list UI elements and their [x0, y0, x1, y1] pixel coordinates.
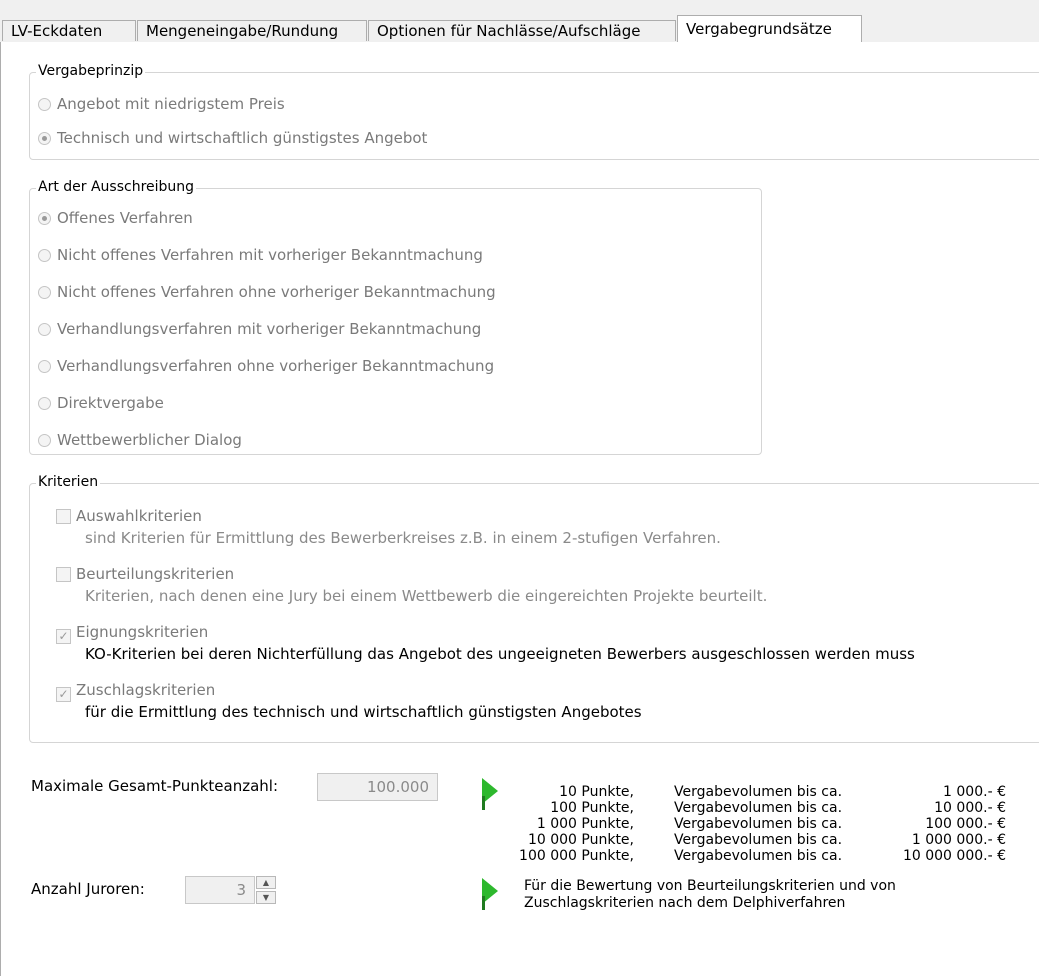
tab-panel: Vergabeprinzip Angebot mit niedrigstem P…	[0, 42, 1039, 976]
table-row: 1 000 Punkte, Vergabevolumen bis ca. 100 0…	[516, 816, 1006, 832]
points-cell: 10 000 Punkte,	[527, 832, 634, 848]
input-max-punkte[interactable]: 100.000	[317, 773, 438, 801]
radio-icon[interactable]	[38, 397, 51, 410]
table-row: 100 000 Punkte, Vergabevolumen bis ca. 10 …	[516, 848, 1006, 864]
radio-label: Nicht offenes Verfahren mit vorheriger B…	[57, 246, 483, 264]
radio-direktvergabe[interactable]: Direktvergabe	[38, 392, 164, 414]
checkmark-icon[interactable]: ✓	[56, 687, 71, 702]
amount-cell: 10 000.- €	[934, 800, 1006, 816]
text-cell: Vergabevolumen bis ca.	[674, 848, 843, 864]
radio-label: Nicht offenes Verfahren ohne vorheriger …	[57, 283, 496, 301]
table-row: 100 Punkte, Vergabevolumen bis ca. 10 000.…	[516, 800, 1006, 816]
tab-mengeneingabe[interactable]: Mengeneingabe/Rundung	[137, 20, 367, 41]
radio-label: Direktvergabe	[57, 394, 164, 412]
radio-label: Technisch und wirtschaftlich günstigstes…	[57, 129, 428, 147]
radio-icon[interactable]	[38, 98, 51, 111]
note-line: Für die Bewertung von Beurteilungskriter…	[524, 878, 896, 894]
checkbox-icon[interactable]	[56, 567, 71, 582]
input-anzahl-juroren[interactable]: 3	[185, 876, 255, 904]
group-title: Art der Ausschreibung	[36, 179, 197, 195]
radio-niedrigster-preis[interactable]: Angebot mit niedrigstem Preis	[38, 93, 285, 115]
desc-beurteilungskriterien: Kriterien, nach denen eine Jury bei eine…	[85, 587, 768, 605]
radio-label: Verhandlungsverfahren ohne vorheriger Be…	[57, 357, 495, 375]
radio-icon[interactable]	[38, 249, 51, 262]
radio-verhandlung-mit[interactable]: Verhandlungsverfahren mit vorheriger Bek…	[38, 318, 481, 340]
checkbox-label: Auswahlkriterien	[76, 507, 202, 525]
radio-icon[interactable]	[38, 323, 51, 336]
spin-down-icon[interactable]: ▼	[256, 891, 276, 904]
note-line: Zuschlagskriterien nach dem Delphiverfah…	[524, 895, 846, 911]
check-beurteilungskriterien[interactable]: Beurteilungskriterien	[56, 563, 234, 585]
radio-icon[interactable]	[38, 286, 51, 299]
table-row: 10 Punkte, Vergabevolumen bis ca. 1 000.- …	[516, 784, 1006, 800]
group-title: Kriterien	[36, 474, 101, 490]
check-auswahlkriterien[interactable]: Auswahlkriterien	[56, 505, 202, 527]
radio-icon[interactable]	[38, 212, 51, 225]
radio-label: Offenes Verfahren	[57, 209, 193, 227]
spin-up-icon[interactable]: ▲	[256, 876, 276, 889]
tab-bar: LV-Eckdaten Mengeneingabe/Rundung Option…	[0, 0, 1039, 43]
radio-verhandlung-ohne[interactable]: Verhandlungsverfahren ohne vorheriger Be…	[38, 355, 494, 377]
tab-optionen[interactable]: Optionen für Nachlässe/Aufschläge	[368, 20, 676, 41]
amount-cell: 1 000 000.- €	[911, 832, 1006, 848]
checkbox-icon[interactable]	[56, 509, 71, 524]
checkbox-label: Zuschlagskriterien	[76, 681, 216, 699]
checkbox-label: Beurteilungskriterien	[76, 565, 235, 583]
checkmark-icon[interactable]: ✓	[56, 629, 71, 644]
tab-vergabegrundsaetze[interactable]: Vergabegrundsätze	[677, 15, 862, 43]
label-anzahl-juroren: Anzahl Juroren:	[31, 880, 145, 898]
table-row: 10 000 Punkte, Vergabevolumen bis ca. 1 00…	[516, 832, 1006, 848]
group-art-der-ausschreibung: Art der Ausschreibung Offenes Verfahren …	[29, 179, 762, 455]
radio-icon[interactable]	[38, 360, 51, 373]
radio-icon[interactable]	[38, 434, 51, 447]
text-cell: Vergabevolumen bis ca.	[674, 800, 843, 816]
points-cell: 10 Punkte,	[559, 784, 634, 800]
green-play-arrow-icon	[482, 778, 498, 810]
desc-auswahlkriterien: sind Kriterien für Ermittlung des Bewerb…	[85, 529, 721, 547]
juroren-note: Für die Bewertung von Beurteilungskriter…	[524, 878, 896, 912]
points-cell: 100 Punkte,	[550, 800, 634, 816]
spin-up-down-icon[interactable]: ▲ ▼	[256, 876, 276, 904]
radio-label: Verhandlungsverfahren mit vorheriger Bek…	[57, 320, 482, 338]
radio-nicht-offen-mit[interactable]: Nicht offenes Verfahren mit vorheriger B…	[38, 244, 483, 266]
desc-eignungskriterien: KO-Kriterien bei deren Nichterfüllung da…	[85, 645, 915, 663]
check-zuschlagskriterien[interactable]: ✓ Zuschlagskriterien	[56, 679, 216, 702]
points-cell: 100 000 Punkte,	[519, 848, 634, 864]
check-eignungskriterien[interactable]: ✓ Eignungskriterien	[56, 621, 209, 644]
label-max-punkte: Maximale Gesamt-Punkteanzahl:	[31, 777, 278, 795]
green-play-arrow-icon	[482, 878, 498, 910]
desc-zuschlagskriterien: für die Ermittlung des technisch und wir…	[85, 703, 642, 721]
radio-label: Angebot mit niedrigstem Preis	[57, 95, 285, 113]
amount-cell: 1 000.- €	[943, 784, 1006, 800]
radio-nicht-offen-ohne[interactable]: Nicht offenes Verfahren ohne vorheriger …	[38, 281, 496, 303]
group-vergabeprinzip: Vergabeprinzip Angebot mit niedrigstem P…	[29, 63, 1039, 160]
text-cell: Vergabevolumen bis ca.	[674, 784, 843, 800]
radio-guenstigstes-angebot[interactable]: Technisch und wirtschaftlich günstigstes…	[38, 127, 427, 149]
radio-icon[interactable]	[38, 132, 51, 145]
amount-cell: 100 000.- €	[925, 816, 1006, 832]
text-cell: Vergabevolumen bis ca.	[674, 832, 843, 848]
radio-offenes-verfahren[interactable]: Offenes Verfahren	[38, 207, 193, 229]
amount-cell: 10 000 000.- €	[902, 848, 1006, 864]
group-kriterien: Kriterien Auswahlkriterien sind Kriterie…	[29, 474, 1039, 743]
punkte-table: 10 Punkte, Vergabevolumen bis ca. 1 000.- …	[516, 784, 1006, 864]
tab-lv-eckdaten[interactable]: LV-Eckdaten	[2, 20, 136, 41]
points-cell: 1 000 Punkte,	[536, 816, 634, 832]
radio-label: Wettbewerblicher Dialog	[57, 431, 242, 449]
checkbox-label: Eignungskriterien	[76, 623, 209, 641]
text-cell: Vergabevolumen bis ca.	[674, 816, 843, 832]
radio-wettbewerblicher-dialog[interactable]: Wettbewerblicher Dialog	[38, 429, 242, 451]
group-title: Vergabeprinzip	[36, 63, 146, 79]
